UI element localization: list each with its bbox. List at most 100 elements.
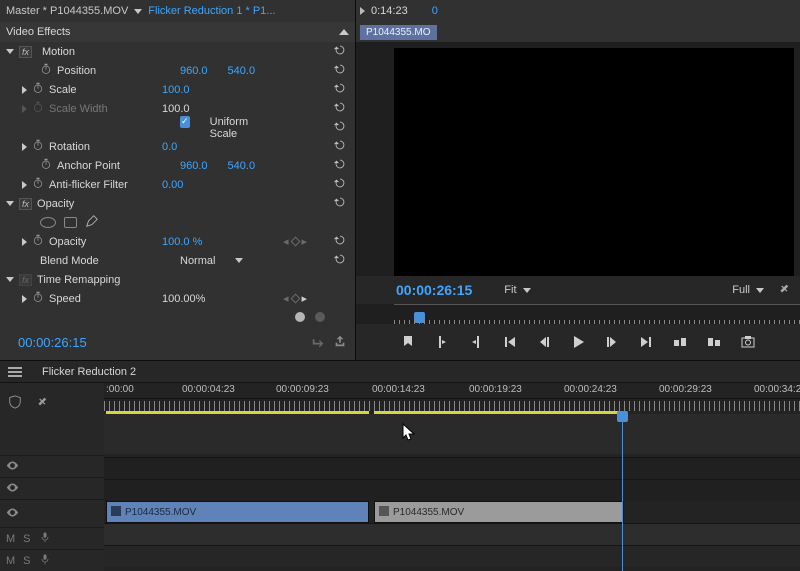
loop-playback-icon[interactable] — [311, 334, 325, 351]
playhead-handle[interactable] — [617, 411, 628, 422]
reset-icon[interactable] — [333, 43, 347, 60]
chevron-right-icon[interactable] — [22, 238, 27, 246]
mini-timecode[interactable]: 0:14:23 — [371, 5, 408, 17]
extract-button[interactable] — [706, 334, 722, 350]
stopwatch-icon[interactable] — [40, 158, 52, 173]
toggle-dot-icon[interactable] — [315, 312, 325, 322]
solo-label[interactable]: S — [23, 533, 30, 545]
eye-icon[interactable] — [6, 506, 19, 522]
stopwatch-icon[interactable] — [32, 177, 44, 192]
export-frame-button[interactable] — [740, 334, 756, 350]
effects-current-time[interactable]: 00:00:26:15 — [8, 329, 97, 356]
add-keyframe-icon[interactable] — [290, 237, 300, 247]
reset-icon[interactable] — [333, 233, 347, 250]
reset-icon[interactable] — [333, 62, 347, 79]
settings-icon[interactable] — [776, 282, 790, 299]
time-remapping-label[interactable]: Time Remapping — [37, 274, 120, 286]
mute-label[interactable]: M — [6, 555, 15, 567]
mic-icon[interactable] — [39, 553, 51, 568]
timeline-settings-icon[interactable] — [34, 395, 48, 412]
quality-select[interactable]: Full — [732, 284, 750, 296]
program-ruler[interactable] — [394, 304, 800, 324]
next-keyframe-icon[interactable]: ▸ — [302, 292, 308, 305]
mute-label[interactable]: M — [6, 533, 15, 545]
fx-badge[interactable]: fx — [19, 46, 32, 58]
go-to-out-button[interactable] — [638, 334, 654, 350]
lift-button[interactable] — [672, 334, 688, 350]
reset-icon[interactable] — [333, 119, 347, 136]
chevron-right-icon[interactable] — [22, 295, 27, 303]
master-dropdown-icon[interactable] — [134, 9, 142, 14]
chevron-down-icon[interactable] — [235, 258, 243, 263]
mini-frame[interactable]: 0 — [432, 5, 438, 17]
pen-mask-icon[interactable] — [85, 214, 99, 231]
solo-label[interactable]: S — [23, 555, 30, 567]
play-mini-icon[interactable] — [360, 7, 365, 15]
opacity-value[interactable]: 100.0 % — [162, 236, 202, 248]
panel-menu-icon[interactable] — [8, 365, 22, 379]
chevron-right-icon[interactable] — [22, 143, 27, 151]
reset-icon[interactable] — [333, 195, 347, 212]
audio-track-head[interactable]: MS — [0, 549, 104, 571]
scale-value[interactable]: 100.0 — [162, 84, 190, 96]
snap-icon[interactable] — [8, 395, 22, 412]
rectangle-mask-icon[interactable] — [64, 217, 77, 228]
chevron-down-icon[interactable] — [523, 288, 531, 293]
step-back-button[interactable] — [536, 334, 552, 350]
position-x-value[interactable]: 960.0 — [180, 65, 208, 77]
add-keyframe-icon[interactable] — [290, 294, 300, 304]
stopwatch-icon[interactable] — [32, 139, 44, 154]
chevron-right-icon[interactable] — [22, 86, 27, 94]
reset-icon[interactable] — [333, 176, 347, 193]
fx-badge[interactable]: fx — [19, 198, 32, 210]
anchor-y-value[interactable]: 540.0 — [228, 160, 256, 172]
timeline-clip[interactable]: P1044355.MOV — [106, 501, 369, 523]
prev-keyframe-icon[interactable]: ◂ — [283, 292, 289, 305]
video-track-head[interactable] — [0, 477, 104, 499]
chevron-right-icon[interactable] — [22, 181, 27, 189]
reset-icon[interactable] — [333, 157, 347, 174]
chevron-down-icon[interactable] — [6, 277, 14, 282]
go-to-in-button[interactable] — [502, 334, 518, 350]
uniform-scale-checkbox[interactable]: ✓ — [180, 116, 190, 128]
reset-icon[interactable] — [333, 252, 347, 269]
speed-value[interactable]: 100.00% — [162, 293, 205, 305]
ellipse-mask-icon[interactable] — [40, 217, 56, 228]
video-track-head[interactable] — [0, 499, 104, 527]
playhead[interactable] — [622, 411, 623, 571]
program-monitor[interactable] — [394, 48, 794, 276]
rotation-value[interactable]: 0.0 — [162, 141, 177, 153]
next-keyframe-icon[interactable]: ▸ — [302, 235, 308, 248]
active-sequence-label[interactable]: Flicker Reduction 1 * P1... — [148, 5, 275, 17]
video-track-head[interactable] — [0, 455, 104, 477]
chevron-down-icon[interactable] — [6, 49, 14, 54]
stopwatch-icon[interactable] — [32, 82, 44, 97]
position-y-value[interactable]: 540.0 — [228, 65, 256, 77]
stopwatch-icon[interactable] — [32, 234, 44, 249]
motion-label[interactable]: Motion — [42, 46, 75, 58]
eye-icon[interactable] — [6, 481, 19, 497]
export-icon[interactable] — [333, 334, 347, 351]
eye-icon[interactable] — [6, 459, 19, 475]
toggle-dot-icon[interactable] — [295, 312, 305, 322]
reset-icon[interactable] — [333, 81, 347, 98]
timeline-ruler[interactable]: :00:00 00:00:04:23 00:00:09:23 00:00:14:… — [104, 383, 800, 399]
mark-in-button[interactable] — [434, 334, 450, 350]
prev-keyframe-icon[interactable]: ◂ — [283, 235, 289, 248]
collapse-icon[interactable] — [339, 29, 349, 35]
chevron-down-icon[interactable] — [6, 201, 14, 206]
play-button[interactable] — [570, 334, 586, 350]
reset-icon[interactable] — [333, 138, 347, 155]
stopwatch-icon[interactable] — [32, 291, 44, 306]
reset-icon[interactable] — [333, 100, 347, 117]
anchor-x-value[interactable]: 960.0 — [180, 160, 208, 172]
chevron-down-icon[interactable] — [756, 288, 764, 293]
opacity-label[interactable]: Opacity — [37, 198, 74, 210]
source-tab[interactable]: P1044355.MO — [360, 25, 437, 40]
audio-track-head[interactable]: MS — [0, 527, 104, 549]
timeline-clip[interactable]: P1044355.MOV — [374, 501, 624, 523]
step-forward-button[interactable] — [604, 334, 620, 350]
sequence-tab[interactable]: Flicker Reduction 2 — [42, 366, 136, 378]
mark-out-button[interactable] — [468, 334, 484, 350]
stopwatch-icon[interactable] — [40, 63, 52, 78]
